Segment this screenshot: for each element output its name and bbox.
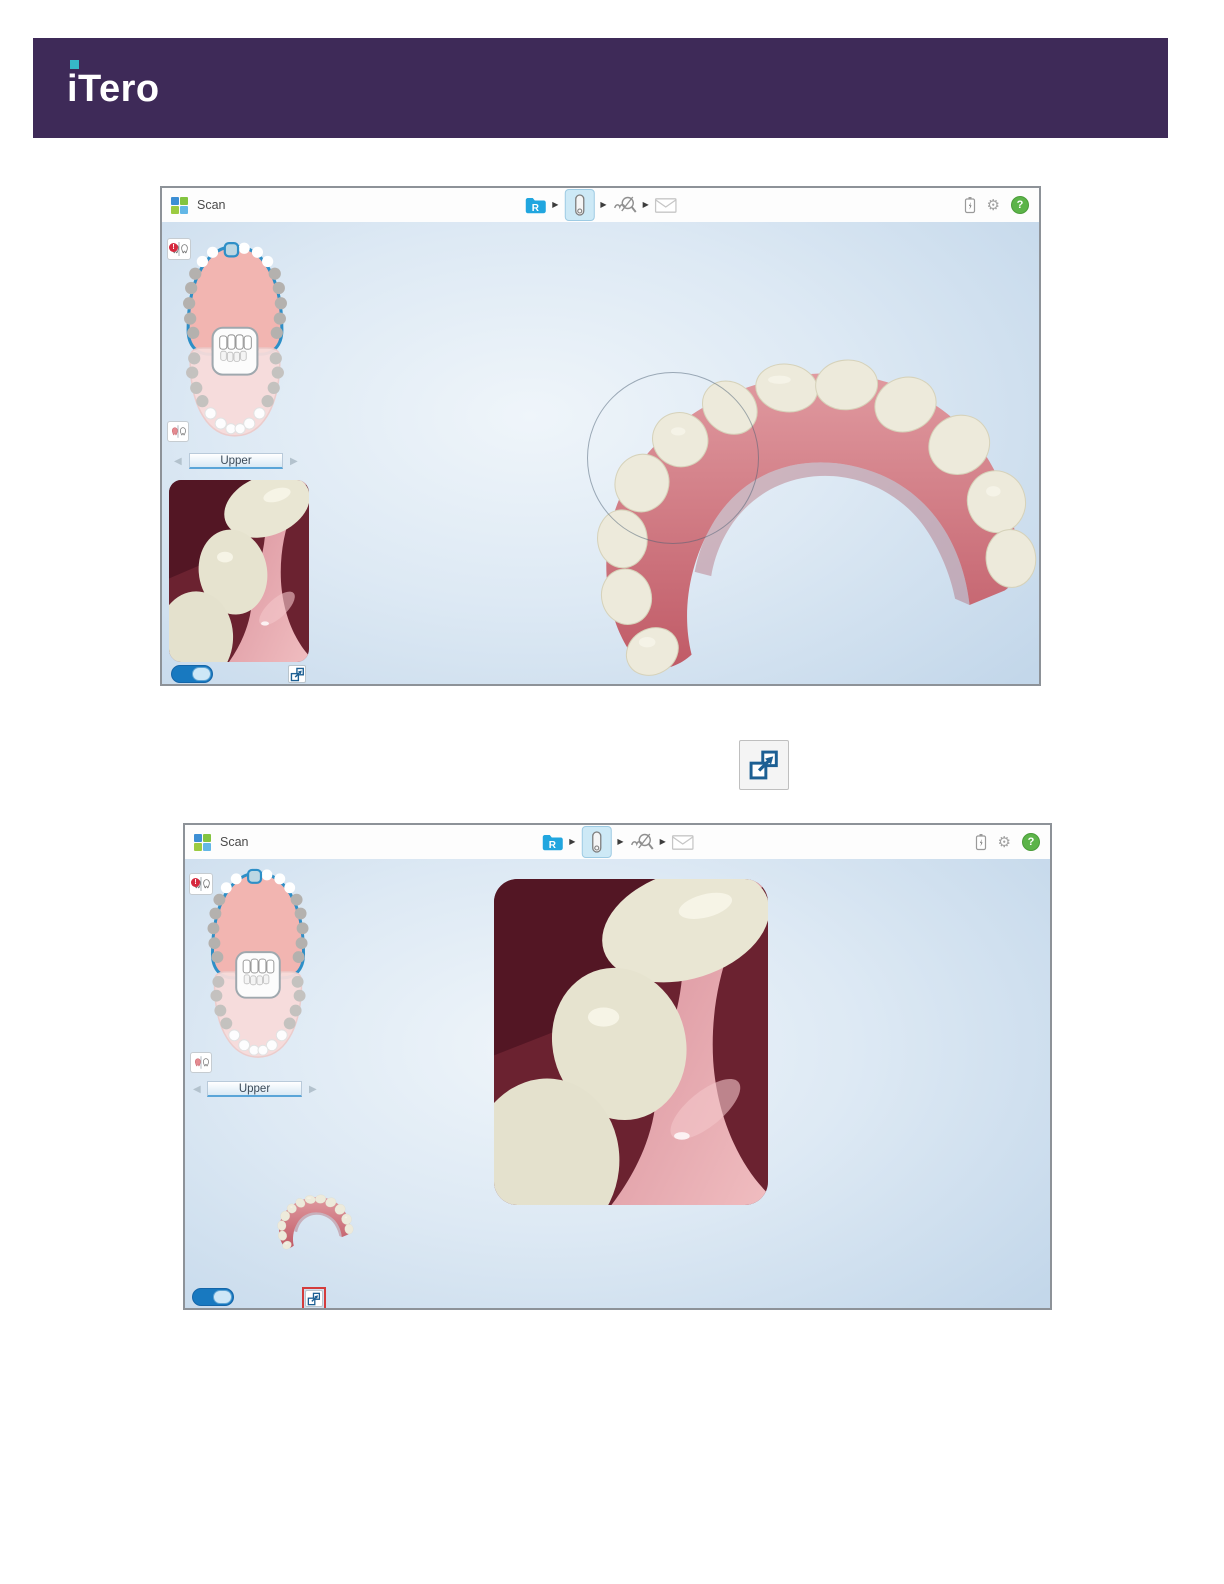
- record-letter: R: [548, 840, 556, 851]
- arch-label: Upper: [238, 1082, 271, 1095]
- screenshot-scan-model-view: Scan R ▶ ▶ ▶ ⚙ ? ! ◀ Upper ▶: [160, 186, 1041, 686]
- enlarge-viewfinder-button[interactable]: [288, 665, 306, 683]
- toolbar-left: Scan: [171, 188, 226, 222]
- toolbar-right: ⚙ ?: [975, 825, 1040, 859]
- next-arch-chevron[interactable]: ▶: [309, 1085, 317, 1095]
- restorative-tooth-button[interactable]: [167, 421, 189, 442]
- workflow-arrow-icon: ▶: [569, 837, 576, 846]
- enlarge-view-toggle-button[interactable]: [739, 740, 789, 790]
- camera-viewfinder-small: [169, 480, 309, 662]
- logo-text: iTero: [67, 68, 160, 110]
- workflow-arrow-icon: ▶: [659, 837, 666, 846]
- apps-grid-icon[interactable]: [171, 196, 188, 214]
- scanner-position-circle: [587, 372, 759, 544]
- settings-gear-icon[interactable]: ⚙: [987, 198, 1000, 213]
- view-step-icon[interactable]: [630, 832, 654, 852]
- itero-banner: iTero: [33, 38, 1168, 138]
- toolbar-right: ⚙ ?: [964, 188, 1029, 222]
- screenshot-enlarged-viewfinder: Scan R ▶ ▶ ▶ ⚙ ? ! ◀ Upper ▶: [183, 823, 1052, 1310]
- battery-icon: [964, 196, 975, 214]
- arch-selector[interactable]: Upper: [207, 1081, 302, 1097]
- patient-record-icon[interactable]: R: [541, 834, 563, 851]
- arch-label: Upper: [220, 454, 252, 467]
- scan-step-active[interactable]: [581, 826, 612, 858]
- prev-arch-chevron[interactable]: ◀: [193, 1085, 201, 1095]
- settings-gear-icon[interactable]: ⚙: [998, 835, 1011, 850]
- scan-step-active[interactable]: [564, 189, 595, 221]
- jaw-navigation-diagram[interactable]: [174, 236, 296, 446]
- prev-arch-chevron[interactable]: ◀: [174, 457, 182, 467]
- toolbar-left: Scan: [194, 825, 249, 859]
- itero-logo: iTero: [67, 60, 197, 118]
- next-arch-chevron[interactable]: ▶: [290, 457, 298, 467]
- send-step-icon[interactable]: [671, 834, 694, 850]
- help-icon[interactable]: ?: [1011, 196, 1029, 214]
- expand-view-icon: [749, 750, 778, 780]
- scanner-wand-icon: [591, 831, 602, 853]
- camera-viewfinder-large: [494, 879, 768, 1205]
- apps-grid-icon[interactable]: [194, 833, 211, 851]
- upper-arch-3d-model-thumbnail[interactable]: [270, 1182, 354, 1260]
- intraoral-camera-image: [169, 480, 309, 662]
- restorative-tooth-button[interactable]: [190, 1052, 212, 1073]
- enlarge-viewfinder-button[interactable]: [305, 1290, 323, 1307]
- tooth-pair-icon: [194, 1056, 210, 1069]
- screen-title: Scan: [197, 198, 226, 212]
- workflow-arrow-icon: ▶: [642, 200, 649, 209]
- workflow-arrow-icon: ▶: [552, 200, 559, 209]
- send-step-icon[interactable]: [654, 197, 677, 213]
- jaw-navigation-diagram[interactable]: [199, 863, 317, 1067]
- battery-icon: [975, 833, 986, 851]
- expand-view-icon: [307, 1292, 321, 1305]
- tooth-pair-icon: [171, 425, 187, 438]
- workflow-arrow-icon: ▶: [600, 200, 607, 209]
- workflow-bar: R ▶ ▶ ▶: [524, 188, 677, 222]
- scan-toolbar: Scan R ▶ ▶ ▶ ⚙ ?: [185, 825, 1050, 860]
- expand-view-icon: [290, 667, 304, 681]
- workflow-bar: R ▶ ▶ ▶: [541, 825, 694, 859]
- toggle-knob: [192, 667, 211, 681]
- arch-selector[interactable]: Upper: [189, 453, 283, 469]
- scan-canvas[interactable]: ! ◀ Upper ▶: [162, 222, 1039, 684]
- enlarge-button-highlight: [302, 1287, 326, 1308]
- color-toggle-switch[interactable]: [192, 1288, 234, 1306]
- color-toggle-switch[interactable]: [171, 665, 213, 683]
- scan-canvas[interactable]: ! ◀ Upper ▶: [185, 859, 1050, 1308]
- patient-record-icon[interactable]: R: [524, 197, 546, 214]
- view-step-icon[interactable]: [613, 195, 637, 215]
- document-page: iTero Scan R ▶ ▶ ▶ ⚙ ? ! ◀ Upper ▶ Scan …: [0, 0, 1224, 1584]
- scanner-wand-icon: [574, 194, 585, 216]
- help-icon[interactable]: ?: [1022, 833, 1040, 851]
- screen-title: Scan: [220, 835, 249, 849]
- record-letter: R: [531, 203, 539, 214]
- scan-toolbar: Scan R ▶ ▶ ▶ ⚙ ?: [162, 188, 1039, 223]
- workflow-arrow-icon: ▶: [617, 837, 624, 846]
- intraoral-camera-image: [494, 879, 768, 1205]
- toggle-knob: [213, 1290, 232, 1304]
